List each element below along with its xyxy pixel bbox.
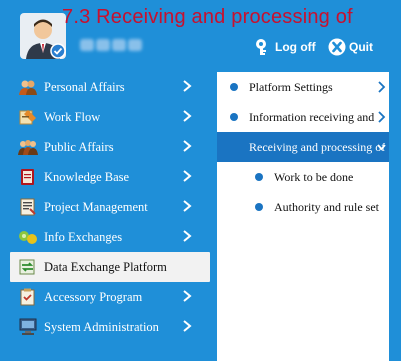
menu-item-project-management[interactable]: Project Management [10, 192, 210, 222]
bullet-icon [230, 83, 238, 91]
submenu-item-platform-settings[interactable]: Platform Settings [217, 72, 389, 102]
chevron-right-icon [183, 290, 192, 302]
logoff-label: Log off [275, 40, 316, 54]
submenu-label: Work to be done [274, 169, 354, 184]
chevron-right-icon [183, 140, 192, 152]
menu-item-knowledge-base[interactable]: Knowledge Base [10, 162, 210, 192]
menu-item-info-exchanges[interactable]: Info Exchanges [10, 222, 210, 252]
menu-label: Accessory Program [44, 289, 143, 304]
submenu-label: Platform Settings [249, 79, 333, 94]
menu-label: Knowledge Base [44, 169, 130, 184]
menu-label: Personal Affairs [44, 79, 125, 94]
bullet-icon [255, 203, 263, 211]
menu-label: Data Exchange Platform [44, 259, 167, 274]
bullet-icon [230, 113, 238, 121]
knowledge-base-icon [21, 169, 34, 185]
workflow-icon [19, 110, 36, 125]
menu-item-system-administration[interactable]: System Administration [10, 312, 210, 342]
menu-label: System Administration [44, 319, 159, 334]
chevron-right-icon [183, 230, 192, 242]
chevron-right-icon [183, 170, 192, 182]
username-blurred [80, 39, 150, 51]
submenu-label: Authority and rule set [274, 199, 379, 214]
chevron-right-icon [183, 320, 192, 332]
public-affairs-icon [18, 140, 38, 155]
chevron-down-icon [377, 144, 386, 151]
quit-label: Quit [349, 40, 373, 54]
app-frame: 7.3 Receiving and processing of Log off … [0, 0, 401, 361]
page-title: 7.3 Receiving and processing of [62, 6, 353, 28]
menu-label: Info Exchanges [44, 229, 123, 244]
menu-item-personal-affairs[interactable]: Personal Affairs [10, 72, 210, 102]
submenu-label: Information receiving and [249, 109, 375, 124]
submenu-label: Receiving and processing of [249, 139, 386, 154]
header: 7.3 Receiving and processing of Log off … [0, 0, 401, 66]
menu-label: Public Affairs [44, 139, 114, 154]
chevron-right-icon [378, 111, 386, 123]
submenu-item-authority-rule-set[interactable]: Authority and rule set [217, 192, 389, 222]
menu-item-public-affairs[interactable]: Public Affairs [10, 132, 210, 162]
chevron-right-icon [183, 80, 192, 92]
menu-label: Work Flow [44, 109, 101, 124]
close-icon [328, 38, 346, 56]
key-icon [256, 39, 266, 55]
personal-affairs-icon [19, 80, 37, 95]
chevron-right-icon [378, 81, 386, 93]
info-exchanges-icon [19, 231, 37, 244]
computer-icon [19, 318, 37, 335]
bullet-icon [255, 173, 263, 181]
user-avatar-icon [20, 13, 66, 59]
main-menu: Personal Affairs Work Flow Public Affair… [10, 72, 210, 342]
submenu-item-information-receiving[interactable]: Information receiving and [217, 102, 389, 132]
chevron-right-icon [183, 110, 192, 122]
menu-item-accessory-program[interactable]: Accessory Program [10, 282, 210, 312]
submenu-item-work-to-be-done[interactable]: Work to be done [217, 162, 389, 192]
chevron-right-icon [183, 200, 192, 212]
menu-label: Project Management [44, 199, 148, 214]
menu-item-work-flow[interactable]: Work Flow [10, 102, 210, 132]
accessory-program-icon [20, 288, 35, 306]
submenu-item-receiving-processing[interactable]: Receiving and processing of [217, 132, 389, 162]
submenu-panel: Platform Settings Information receiving … [217, 72, 389, 361]
project-management-icon [20, 198, 36, 216]
logoff-button[interactable]: Log off [254, 38, 316, 56]
quit-button[interactable]: Quit [328, 38, 373, 56]
data-exchange-icon [19, 259, 35, 275]
menu-item-data-exchange-platform[interactable]: Data Exchange Platform [10, 252, 210, 282]
